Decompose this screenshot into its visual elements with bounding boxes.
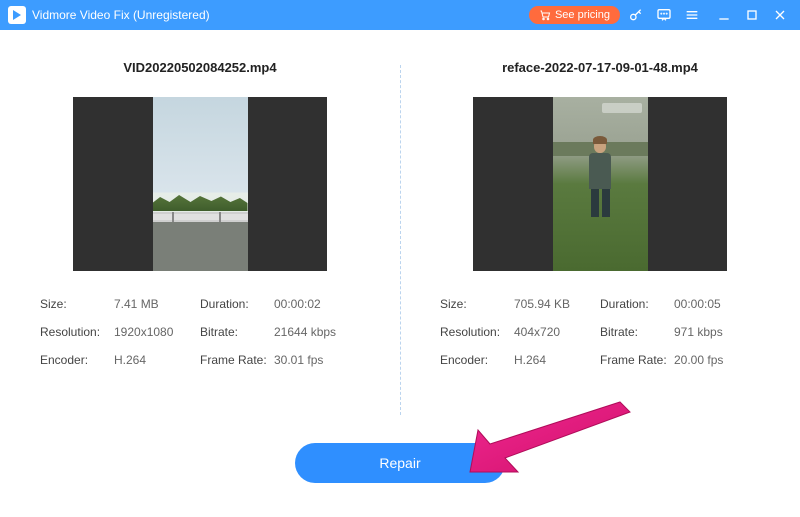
encoder-value: H.264 — [514, 353, 546, 367]
footer: Repair — [0, 435, 800, 483]
app-title: Vidmore Video Fix (Unregistered) — [32, 8, 210, 22]
size-value: 7.41 MB — [114, 297, 159, 311]
source-metadata: Size:7.41 MB Duration:00:00:02 Resolutio… — [40, 297, 360, 381]
key-button[interactable] — [624, 3, 648, 27]
encoder-label: Encoder: — [440, 353, 514, 367]
cart-icon — [539, 9, 551, 21]
resolution-value: 404x720 — [514, 325, 560, 339]
framerate-value: 30.01 fps — [274, 353, 323, 367]
titlebar: Vidmore Video Fix (Unregistered) See pri… — [0, 0, 800, 30]
close-icon — [772, 7, 788, 23]
sample-filename: reface-2022-07-17-09-01-48.mp4 — [502, 60, 698, 75]
resolution-label: Resolution: — [440, 325, 514, 339]
bitrate-label: Bitrate: — [600, 325, 674, 339]
repair-label: Repair — [379, 455, 420, 471]
chat-icon — [656, 7, 672, 23]
repair-button[interactable]: Repair — [295, 443, 505, 483]
vertical-divider — [400, 65, 401, 415]
maximize-button[interactable] — [740, 3, 764, 27]
menu-button[interactable] — [680, 3, 704, 27]
watermark-icon — [602, 103, 642, 113]
app-logo-icon — [8, 6, 26, 24]
bitrate-value: 21644 kbps — [274, 325, 336, 339]
framerate-value: 20.00 fps — [674, 353, 723, 367]
encoder-label: Encoder: — [40, 353, 114, 367]
key-icon — [628, 7, 644, 23]
bitrate-label: Bitrate: — [200, 325, 274, 339]
encoder-value: H.264 — [114, 353, 146, 367]
person-figure — [583, 139, 617, 219]
sample-panel: reface-2022-07-17-09-01-48.mp4 Size:705.… — [400, 60, 800, 425]
size-label: Size: — [440, 297, 514, 311]
resolution-value: 1920x1080 — [114, 325, 173, 339]
maximize-icon — [744, 7, 760, 23]
resolution-label: Resolution: — [40, 325, 114, 339]
duration-value: 00:00:02 — [274, 297, 321, 311]
framerate-label: Frame Rate: — [600, 353, 674, 367]
main-content: VID20220502084252.mp4 Size:7.41 MB Durat… — [0, 30, 800, 435]
duration-label: Duration: — [200, 297, 274, 311]
duration-value: 00:00:05 — [674, 297, 721, 311]
see-pricing-label: See pricing — [555, 9, 610, 21]
see-pricing-button[interactable]: See pricing — [529, 6, 620, 24]
sample-thumbnail[interactable] — [473, 97, 727, 271]
size-label: Size: — [40, 297, 114, 311]
duration-label: Duration: — [600, 297, 674, 311]
size-value: 705.94 KB — [514, 297, 570, 311]
feedback-button[interactable] — [652, 3, 676, 27]
source-thumbnail[interactable] — [73, 97, 327, 271]
framerate-label: Frame Rate: — [200, 353, 274, 367]
sample-metadata: Size:705.94 KB Duration:00:00:05 Resolut… — [440, 297, 760, 381]
source-filename: VID20220502084252.mp4 — [123, 60, 276, 75]
minimize-button[interactable] — [712, 3, 736, 27]
bitrate-value: 971 kbps — [674, 325, 723, 339]
source-panel: VID20220502084252.mp4 Size:7.41 MB Durat… — [0, 60, 400, 425]
close-button[interactable] — [768, 3, 792, 27]
hamburger-icon — [684, 7, 700, 23]
minimize-icon — [716, 7, 732, 23]
